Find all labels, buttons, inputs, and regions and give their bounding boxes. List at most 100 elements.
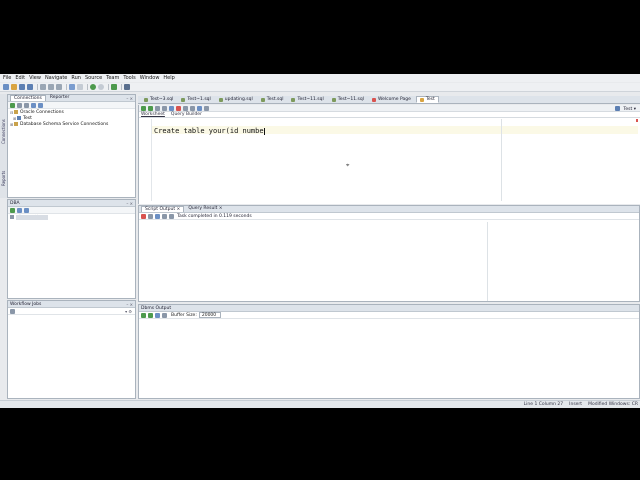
add-connection-icon[interactable] [10, 102, 15, 108]
menu-navigate[interactable]: Navigate [45, 75, 67, 81]
back-icon[interactable] [90, 84, 96, 90]
import-icon[interactable] [31, 102, 36, 108]
filter-icon[interactable] [10, 308, 15, 314]
tab-test-sql[interactable]: Test.sql [258, 96, 287, 103]
side-tab-connections[interactable]: Connections [1, 104, 6, 144]
save-icon[interactable] [19, 84, 25, 90]
refresh-icon[interactable] [17, 102, 22, 108]
open-icon[interactable] [11, 84, 17, 90]
dba-toolbar [8, 207, 135, 214]
menu-edit[interactable]: Edit [15, 75, 25, 81]
clear-icon[interactable] [148, 312, 153, 318]
panel-window-controls[interactable]: – × [126, 302, 133, 307]
format-icon[interactable] [190, 105, 195, 111]
export-icon[interactable] [38, 102, 43, 108]
tab-test11-sql-2[interactable]: Test~11.sql [329, 96, 367, 103]
menu-source[interactable]: Source [85, 75, 102, 81]
menu-view[interactable]: View [29, 75, 41, 81]
connections-panel: Connections Reporter – × ⊟ Oracle Connec… [7, 94, 136, 198]
database-icon [614, 106, 620, 111]
pin-icon[interactable] [141, 213, 146, 219]
sql-editor[interactable]: Create table your(id numbe [154, 127, 265, 135]
panel-window-controls[interactable]: – × [126, 201, 133, 206]
sql-code: Create table your(id numbe [154, 127, 264, 135]
save-icon[interactable] [155, 312, 160, 318]
undo-icon[interactable] [69, 84, 75, 90]
menu-bar: File Edit View Navigate Run Source Team … [0, 74, 640, 82]
sql-worksheet: Test ▾ Worksheet Query Builder Create ta… [138, 105, 640, 204]
sql-file-icon [331, 97, 336, 102]
clear-icon[interactable] [183, 105, 188, 111]
sql-file-icon [218, 97, 223, 102]
print-icon[interactable] [162, 312, 167, 318]
right-margin-line [501, 119, 502, 201]
tab-test11-sql[interactable]: Test~11.sql [288, 96, 326, 103]
history-icon[interactable] [197, 105, 202, 111]
commit-icon[interactable] [169, 105, 174, 111]
menu-team[interactable]: Team [106, 75, 119, 81]
copy-icon[interactable] [48, 84, 54, 90]
script-output-toolbar: Task completed in 0.119 seconds [139, 213, 639, 220]
buffer-icon[interactable] [169, 213, 174, 219]
tree-item-label: Oracle Connections [20, 109, 64, 115]
rollback-icon[interactable] [176, 105, 181, 111]
redo-icon[interactable] [77, 84, 83, 90]
worksheet-toolbar: Test ▾ [139, 105, 640, 112]
tab-label: Test [425, 97, 435, 102]
tab-test3-sql[interactable]: Test~3.sql [141, 96, 176, 103]
filter-icon[interactable] [24, 207, 29, 213]
menu-file[interactable]: File [3, 75, 11, 81]
side-tab-reports[interactable]: Reports [1, 156, 6, 186]
save-icon[interactable] [155, 213, 160, 219]
print-icon[interactable] [162, 213, 167, 219]
worksheet-subtabs: Worksheet Query Builder [139, 112, 640, 118]
tab-worksheet[interactable]: Worksheet [141, 112, 165, 117]
connection-selector[interactable]: Test ▾ [614, 106, 636, 112]
tree-item-dba-connections[interactable]: Connections [8, 214, 135, 220]
sql-file-icon [144, 97, 148, 102]
run-statement-icon[interactable] [141, 105, 146, 111]
enable-output-icon[interactable] [141, 312, 146, 318]
toolbar-divider [87, 84, 88, 90]
tab-test1-sql[interactable]: Test~1.sql [178, 96, 213, 103]
run-icon[interactable] [111, 84, 117, 90]
autotrace-icon[interactable] [162, 105, 167, 111]
folder-icon [14, 110, 18, 114]
sql-file-icon [291, 97, 296, 102]
settings-icon[interactable]: ▾ ⚙ [125, 309, 132, 314]
tab-script-output[interactable]: Script Output × [141, 206, 185, 212]
explain-plan-icon[interactable] [155, 105, 160, 111]
tab-test-worksheet[interactable]: Test [415, 96, 439, 103]
new-icon[interactable] [3, 84, 9, 90]
menu-tools[interactable]: Tools [123, 75, 135, 81]
menu-window[interactable]: Window [140, 75, 160, 81]
tuning-icon[interactable] [204, 105, 209, 111]
tab-connections[interactable]: Connections [10, 95, 46, 101]
clear-icon[interactable] [148, 213, 153, 219]
menu-help[interactable]: Help [163, 75, 174, 81]
tree-item-schema-service[interactable]: ⊞ Database Schema Service Connections [8, 121, 135, 127]
text-cursor [263, 127, 265, 135]
dbms-output-panel: Dbms Output Buffer Size: 20000 [138, 304, 640, 399]
panel-window-controls[interactable]: – × [126, 96, 133, 101]
tab-welcome-page[interactable]: Welcome Page [369, 96, 414, 103]
connections-panel-header: Connections Reporter – × [8, 95, 135, 102]
save-all-icon[interactable] [27, 84, 33, 90]
tab-query-result[interactable]: Query Result × [185, 206, 225, 212]
buffer-size-input[interactable]: 20000 [198, 312, 221, 318]
paste-icon[interactable] [56, 84, 62, 90]
add-icon[interactable] [10, 207, 15, 213]
sql-worksheet-icon[interactable] [124, 84, 130, 90]
refresh-icon[interactable] [17, 207, 22, 213]
dbms-output-title: Dbms Output [141, 305, 172, 311]
forward-icon[interactable] [98, 84, 104, 90]
tab-query-builder[interactable]: Query Builder [171, 112, 202, 117]
line-ending: Modified Windows: CR [588, 402, 638, 407]
menu-run[interactable]: Run [71, 75, 81, 81]
run-script-icon[interactable] [148, 105, 153, 111]
tab-updating-sql[interactable]: updating.sql [216, 96, 256, 103]
tab-reporter[interactable]: Reporter [47, 95, 73, 101]
results-tabs: Script Output × Query Result × [139, 206, 639, 213]
cut-icon[interactable] [40, 84, 46, 90]
filter-icon[interactable] [24, 102, 29, 108]
